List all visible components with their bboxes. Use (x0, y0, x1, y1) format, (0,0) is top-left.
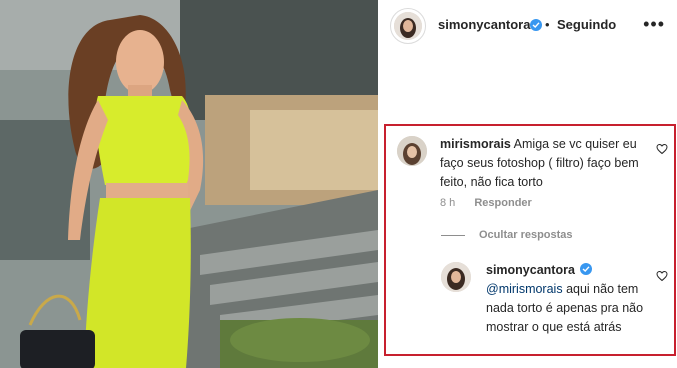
replies-line (441, 234, 465, 236)
author-avatar[interactable] (390, 8, 426, 44)
commenter-avatar-photo (397, 136, 427, 166)
comment-meta: 8 h Responder (440, 197, 532, 209)
post-photo-illustration (0, 0, 378, 368)
hide-replies-toggle[interactable]: Ocultar respostas (441, 229, 573, 241)
reply-avatar-photo (441, 262, 471, 292)
reply-verified-badge-icon (580, 263, 593, 275)
reply-username[interactable]: simonycantora (486, 263, 575, 277)
commenter-avatar[interactable] (397, 136, 427, 166)
reply-button[interactable]: Responder (474, 197, 531, 209)
reply-heart-icon[interactable] (656, 270, 668, 282)
reply-body: simonycantora @mirismorais aqui não tem … (486, 261, 646, 337)
comment-body: mirismorais Amiga se vc quiser eu faço s… (440, 135, 645, 192)
hide-replies-label: Ocultar respostas (479, 229, 573, 241)
post-header: simonycantora • Seguindo ••• (381, 0, 677, 52)
avatar-photo (394, 12, 422, 40)
comment-username[interactable]: mirismorais (440, 137, 511, 151)
comment-time: 8 h (440, 197, 456, 209)
separator-dot: • (545, 17, 550, 32)
follow-status-button[interactable]: Seguindo (557, 17, 616, 32)
verified-badge-icon (530, 19, 542, 31)
post-photo[interactable] (0, 0, 378, 368)
more-options-icon[interactable]: ••• (643, 14, 665, 35)
reply-mention[interactable]: @mirismorais (486, 282, 563, 296)
author-avatar-image (394, 12, 422, 40)
reply-avatar[interactable] (441, 262, 471, 292)
author-username[interactable]: simonycantora (438, 17, 530, 32)
heart-icon[interactable] (656, 143, 668, 155)
